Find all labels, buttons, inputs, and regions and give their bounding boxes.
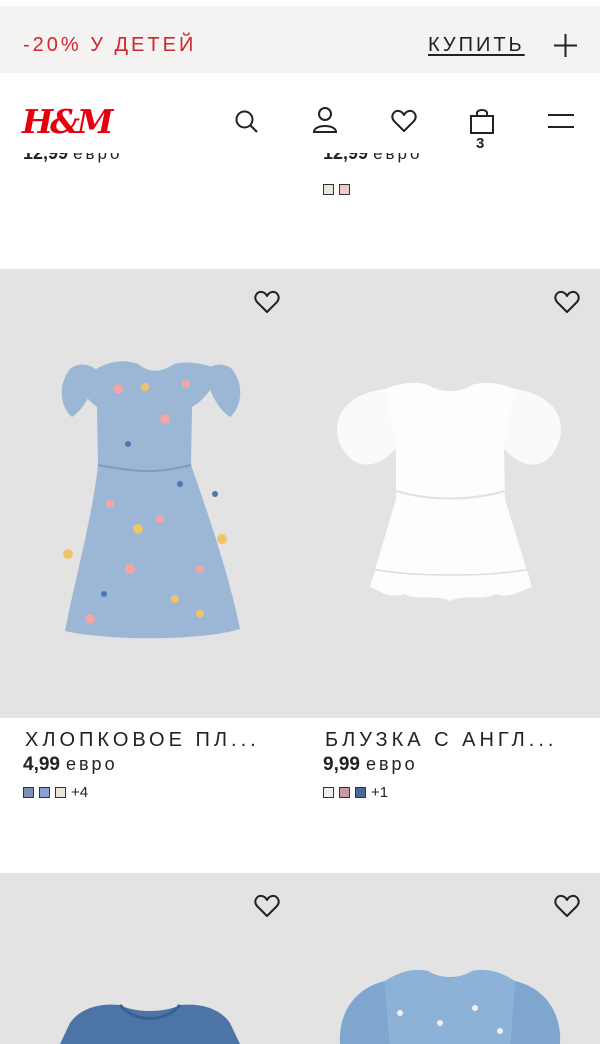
promo-buy-link[interactable]: КУПИТЬ: [428, 34, 525, 57]
product-name[interactable]: БЛУЗКА С АНГЛ...: [325, 729, 557, 752]
product-image-blouse[interactable]: [300, 269, 600, 718]
product-price: 4,99 евро: [23, 754, 118, 775]
previous-product-row: 12,99 евро 12,99 евро: [0, 153, 600, 269]
favorite-heart-icon[interactable]: [554, 894, 580, 918]
account-icon[interactable]: [312, 106, 338, 134]
color-swatch[interactable]: [39, 787, 50, 798]
color-swatch[interactable]: [55, 787, 66, 798]
product-price: 12,99 евро: [23, 153, 123, 163]
favorite-heart-icon[interactable]: [554, 290, 580, 314]
site-header: H&M 3: [0, 73, 600, 153]
color-swatch[interactable]: [355, 787, 366, 798]
promo-text: -20% У ДЕТЕЙ: [23, 34, 197, 56]
color-swatch[interactable]: [339, 184, 350, 195]
product-price: 9,99 евро: [323, 754, 418, 775]
color-swatch[interactable]: [23, 787, 34, 798]
more-colors-count: +4: [71, 784, 89, 801]
promo-banner[interactable]: -20% У ДЕТЕЙ КУПИТЬ: [0, 6, 600, 73]
cart-count-badge: 3: [476, 135, 485, 152]
plus-icon[interactable]: [553, 33, 578, 58]
dress-illustration: [61, 361, 241, 639]
search-icon[interactable]: [234, 109, 260, 135]
product-price: 12,99 евро: [323, 153, 423, 163]
color-swatch[interactable]: [323, 787, 334, 798]
color-swatches[interactable]: [323, 184, 350, 195]
favorite-heart-icon[interactable]: [254, 894, 280, 918]
color-swatches[interactable]: +1: [323, 784, 388, 801]
blouse-illustration: [337, 382, 562, 601]
color-swatch[interactable]: [323, 184, 334, 195]
color-swatch[interactable]: [339, 787, 350, 798]
more-colors-count: +1: [371, 784, 389, 801]
menu-icon[interactable]: [548, 113, 574, 129]
product-name[interactable]: ХЛОПКОВОЕ ПЛ...: [25, 729, 260, 752]
hm-logo[interactable]: H&M: [22, 102, 113, 141]
product-image-dress[interactable]: [0, 269, 300, 718]
cart-icon[interactable]: [469, 107, 495, 135]
color-swatches[interactable]: +4: [23, 784, 88, 801]
favorite-heart-icon[interactable]: [254, 290, 280, 314]
wishlist-heart-icon[interactable]: [391, 109, 417, 133]
